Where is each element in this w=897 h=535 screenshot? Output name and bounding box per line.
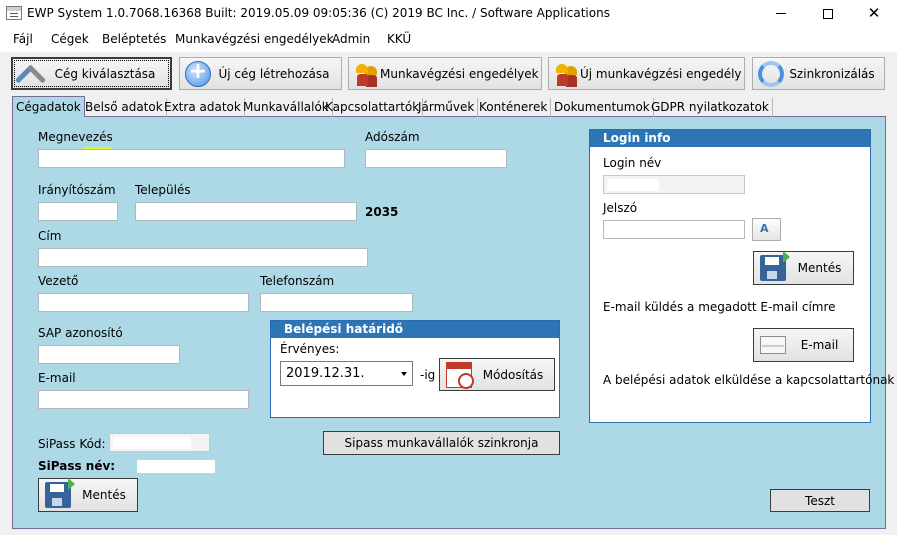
sipass-code-input[interactable] <box>109 433 210 452</box>
tab-contacts[interactable]: Kapcsolattartók <box>322 98 424 117</box>
address-input[interactable] <box>38 248 368 267</box>
new-company-button[interactable]: Új cég létrehozása <box>179 57 342 90</box>
title-bar: EWP System 1.0.7068.16368 Built: 2019.05… <box>0 0 897 27</box>
password-label: Jelszó <box>603 201 638 215</box>
menu-file[interactable]: Fájl <box>13 32 33 46</box>
send-email-button[interactable]: E-mail <box>753 328 854 362</box>
sap-id-label: SAP azonosító <box>38 326 123 340</box>
sync-button[interactable]: Szinkronizálás <box>752 57 885 90</box>
phone-input[interactable] <box>260 293 413 312</box>
tools-icon <box>18 61 44 87</box>
address-label: Cím <box>38 229 62 243</box>
work-permits-button[interactable]: Munkavégzési engedélyek <box>348 57 542 90</box>
sync-icon <box>758 60 784 87</box>
name-label: Megnevezés <box>38 130 113 144</box>
save-icon <box>760 251 790 281</box>
phone-label: Telefonszám <box>260 274 335 288</box>
tab-gdpr[interactable]: GDPR nyilatkozatok <box>648 98 773 117</box>
zip-label: Irányítószám <box>38 183 116 197</box>
login-info-group: Login info Login név Jelszó A Mentés E-m… <box>589 129 894 423</box>
close-icon: ✕ <box>867 4 881 22</box>
minimize-button[interactable] <box>758 0 804 27</box>
save-icon <box>45 478 75 508</box>
tab-documents[interactable]: Dokumentumok <box>551 98 654 117</box>
calendar-icon <box>446 361 474 389</box>
code-value: 2035 <box>365 205 399 219</box>
mail-icon <box>760 336 786 354</box>
menu-companies[interactable]: Cégek <box>51 32 89 46</box>
workers-icon <box>554 61 580 87</box>
modify-deadline-button[interactable]: Módosítás <box>439 358 555 391</box>
tab-containers[interactable]: Konténerek <box>476 98 552 117</box>
sipass-name-label: SiPass név: <box>38 459 116 473</box>
save-login-button[interactable]: Mentés <box>753 251 854 285</box>
deadline-date-select[interactable]: 2019.12.31. <box>280 361 413 386</box>
menu-admin[interactable]: Admin <box>332 32 370 46</box>
workers-icon <box>354 61 380 87</box>
menu-bar: Fájl Cégek Beléptetés Munkavégzési enged… <box>0 27 897 52</box>
tab-company-data[interactable]: Cégadatok <box>12 96 85 118</box>
city-label: Település <box>135 183 191 197</box>
city-input[interactable] <box>135 202 357 221</box>
menu-entry[interactable]: Beléptetés <box>102 32 166 46</box>
sipass-code-label: SiPass Kód: <box>38 437 106 451</box>
manager-label: Vezető <box>38 274 79 288</box>
menu-kku[interactable]: KKÜ <box>387 32 411 46</box>
save-company-button[interactable]: Mentés <box>38 478 138 512</box>
deadline-date-value: 2019.12.31. <box>286 366 365 381</box>
login-name-input[interactable] <box>603 175 745 194</box>
password-input[interactable] <box>603 220 745 239</box>
email-info-text: E-mail küldés a megadott E-mail címre <box>603 300 836 314</box>
add-icon <box>185 59 211 87</box>
minimize-icon <box>776 13 786 14</box>
valid-label: Érvényes: <box>280 342 340 356</box>
toolbar: Cég kiválasztása Új cég létrehozása Munk… <box>0 52 897 94</box>
test-button[interactable]: Teszt <box>770 489 870 512</box>
maximize-icon <box>823 8 833 19</box>
tax-number-label: Adószám <box>365 130 420 144</box>
email-input[interactable] <box>38 390 249 409</box>
sap-id-input[interactable] <box>38 345 180 364</box>
chevron-down-icon <box>401 372 407 376</box>
entry-deadline-group: Belépési határidő Érvényes: 2019.12.31. … <box>270 320 560 418</box>
font-icon: A <box>760 222 769 235</box>
tab-employees[interactable]: Munkavállalók <box>240 98 333 117</box>
window-title: EWP System 1.0.7068.16368 Built: 2019.05… <box>27 6 610 20</box>
entry-deadline-title: Belépési határidő <box>271 321 559 338</box>
login-name-label: Login név <box>603 156 662 170</box>
app-icon <box>6 6 22 20</box>
select-company-button[interactable]: Cég kiválasztása <box>11 57 172 90</box>
new-work-permit-button[interactable]: Új munkavégzési engedély <box>548 57 745 90</box>
manager-input[interactable] <box>38 293 249 312</box>
sipass-name-value <box>137 460 215 473</box>
close-button[interactable]: ✕ <box>851 0 897 27</box>
tab-vehicles[interactable]: Járművek <box>415 98 479 117</box>
until-suffix: -ig <box>420 368 436 382</box>
sipass-sync-button[interactable]: Sipass munkavállalók szinkronja <box>323 431 560 455</box>
tab-strip: Cégadatok Belső adatok Extra adatok Munk… <box>12 96 886 118</box>
show-password-button[interactable]: A <box>752 218 781 241</box>
maximize-button[interactable] <box>805 0 851 27</box>
tax-number-input[interactable] <box>365 149 507 168</box>
tab-extra-data[interactable]: Extra adatok <box>161 98 245 117</box>
email-label: E-mail <box>38 371 76 385</box>
name-input[interactable] <box>38 149 345 168</box>
zip-input[interactable] <box>38 202 118 221</box>
menu-work-permits[interactable]: Munkavégzési engedélyek <box>175 32 334 46</box>
tab-internal-data[interactable]: Belső adatok <box>82 98 167 117</box>
send-info-text: A belépési adatok elküldése a kapcsolatt… <box>603 373 895 387</box>
login-info-title: Login info <box>590 130 870 147</box>
company-data-panel: Megnevezés Adószám Irányítószám Települé… <box>12 117 894 529</box>
